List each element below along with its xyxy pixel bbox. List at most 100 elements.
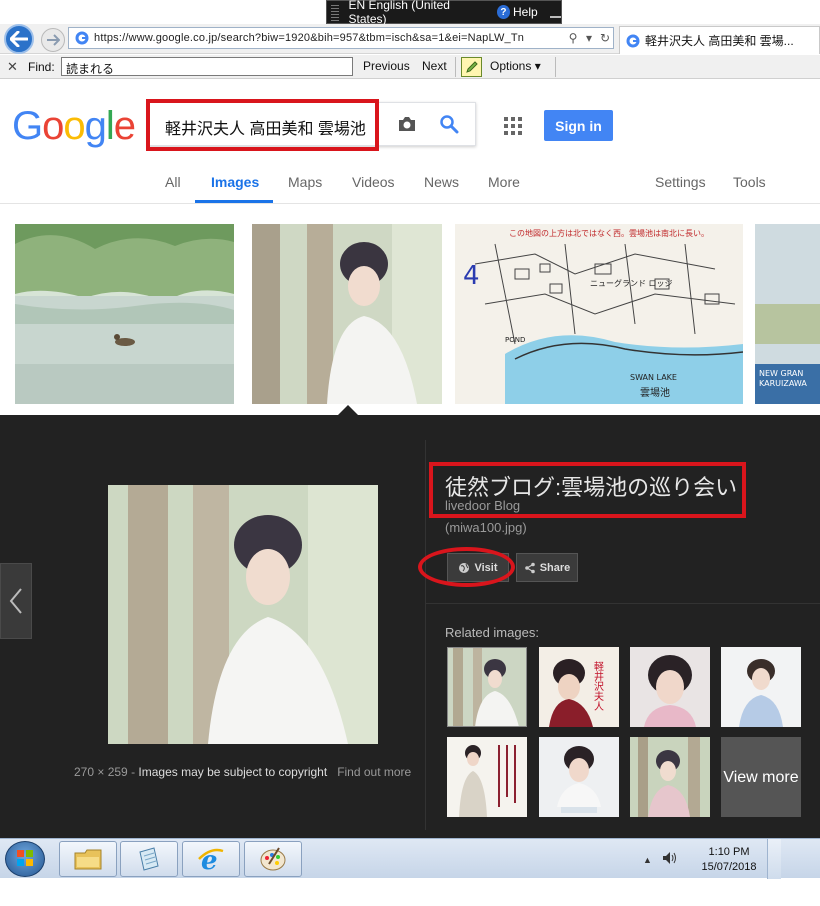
- minimize-icon[interactable]: [549, 6, 561, 18]
- related-image[interactable]: [721, 647, 801, 727]
- thumbnail-map[interactable]: この地図の上方は北ではなく西。雲場池は南北に長い。 4 ニューグランド ロッジ …: [455, 224, 743, 404]
- taskbar: e ▲ 1:10 PM 15/07/2018: [0, 838, 820, 879]
- next-button[interactable]: Next: [422, 59, 447, 73]
- tab-settings[interactable]: Settings: [655, 174, 706, 190]
- map-caption: この地図の上方は北ではなく西。雲場池は南北に長い。: [509, 228, 709, 238]
- logo-letter: l: [105, 104, 115, 148]
- selected-thumbnail-pointer: [337, 405, 359, 416]
- woman-portrait-photo: [252, 224, 442, 404]
- related-image[interactable]: [630, 647, 710, 727]
- map-label-swan: SWAN LAKE: [630, 373, 677, 382]
- preview-filename: (miwa100.jpg): [445, 520, 527, 535]
- internet-explorer-button[interactable]: e: [182, 841, 240, 877]
- thumbnail-portrait[interactable]: [252, 224, 442, 404]
- windows-logo-icon: [17, 850, 33, 866]
- tab-more[interactable]: More: [488, 174, 520, 190]
- language-indicator[interactable]: EN English (United States): [349, 0, 483, 26]
- arrow-left-icon: [10, 31, 28, 47]
- karuizawa-sign-photo: NEW GRAN KARUIZAWA: [755, 224, 820, 404]
- volume-icon[interactable]: [662, 851, 678, 865]
- notepad-button[interactable]: [120, 841, 178, 877]
- thumbnail-sign[interactable]: NEW GRAN KARUIZAWA: [755, 224, 820, 404]
- help-icon[interactable]: ?: [496, 5, 511, 19]
- related-image[interactable]: 軽井沢夫人: [539, 647, 619, 727]
- refresh-icon[interactable]: ↻: [597, 31, 613, 45]
- divider: [426, 603, 820, 604]
- divider: [455, 57, 456, 77]
- paint-palette-icon: [260, 847, 286, 871]
- map-label-pond: 雲場池: [640, 386, 670, 399]
- related-image[interactable]: [539, 737, 619, 817]
- logo-letter: o: [63, 104, 85, 148]
- related-image[interactable]: [447, 737, 527, 817]
- related-image[interactable]: [447, 647, 527, 727]
- annotation-highlight: [146, 99, 379, 151]
- thumbnail-pond[interactable]: [15, 224, 234, 404]
- related-images-label: Related images:: [445, 625, 539, 640]
- back-button[interactable]: [4, 24, 34, 54]
- divider: [555, 57, 556, 77]
- help-label[interactable]: Help: [513, 5, 538, 19]
- apps-grid-icon[interactable]: [504, 117, 522, 135]
- previous-button[interactable]: Previous: [363, 59, 410, 73]
- find-out-more-link[interactable]: Find out more: [337, 765, 411, 779]
- close-icon[interactable]: ✕: [7, 59, 18, 75]
- map-label-lodge: ニューグランド ロッジ: [590, 278, 673, 288]
- google-logo[interactable]: Google: [12, 104, 136, 149]
- share-label: Share: [539, 561, 571, 574]
- view-more-button[interactable]: View more: [721, 737, 801, 817]
- tray-expand-icon[interactable]: ▲: [643, 855, 652, 865]
- map-image: この地図の上方は北ではなく西。雲場池は南北に長い。 4 ニューグランド ロッジ …: [455, 224, 743, 404]
- tab-videos[interactable]: Videos: [352, 174, 395, 190]
- map-digit: 4: [463, 261, 480, 291]
- google-favicon-icon: [626, 34, 640, 47]
- copyright-notice: Images may be subject to copyright: [138, 765, 328, 779]
- start-button[interactable]: [5, 841, 45, 877]
- tab-tools[interactable]: Tools: [733, 174, 766, 190]
- camera-icon[interactable]: [397, 115, 417, 133]
- image-dimensions: 270 × 259: [74, 765, 128, 779]
- address-bar[interactable]: https://www.google.co.jp/search?biw=1920…: [68, 27, 614, 49]
- tab-news[interactable]: News: [424, 174, 459, 190]
- sign-in-button[interactable]: Sign in: [544, 110, 613, 141]
- preview-image[interactable]: [108, 485, 378, 744]
- related-image-text: 軽井沢夫人: [592, 661, 604, 711]
- clock-date: 15/07/2018: [701, 861, 757, 873]
- system-clock[interactable]: 1:10 PM 15/07/2018: [693, 845, 765, 875]
- tab-maps[interactable]: Maps: [288, 174, 322, 190]
- arrow-right-icon: [47, 34, 60, 46]
- options-button[interactable]: Options ▾: [490, 59, 541, 73]
- search-icon[interactable]: [439, 114, 459, 134]
- logo-letter: o: [42, 104, 64, 148]
- language-bar[interactable]: EN English (United States) ? Help: [326, 0, 562, 26]
- find-bar: ✕ Find: 読まれる Previous Next Options ▾: [0, 55, 820, 79]
- browser-toolbar: https://www.google.co.jp/search?biw=1920…: [0, 24, 820, 54]
- sign-text-karuizawa: KARUIZAWA: [759, 379, 807, 388]
- previous-image-button[interactable]: [0, 563, 32, 639]
- url-text[interactable]: https://www.google.co.jp/search?biw=1920…: [94, 32, 565, 44]
- options-label: Options: [490, 59, 532, 73]
- tab-all[interactable]: All: [165, 174, 181, 190]
- search-icon[interactable]: ⚲: [565, 31, 581, 45]
- highlight-pen-icon[interactable]: [461, 57, 482, 77]
- browser-tab[interactable]: 軽井沢夫人 高田美和 雲場...: [619, 26, 820, 54]
- find-label: Find:: [28, 60, 55, 74]
- clock-time: 1:10 PM: [708, 846, 750, 858]
- paint-button[interactable]: [244, 841, 302, 877]
- preview-source[interactable]: livedoor Blog: [445, 498, 520, 513]
- find-input[interactable]: 読まれる: [61, 57, 353, 76]
- chevron-left-icon: [9, 588, 22, 614]
- woman-portrait-photo: [108, 485, 378, 744]
- forward-button[interactable]: [41, 28, 65, 52]
- show-desktop-button[interactable]: [767, 839, 781, 879]
- grip-handle[interactable]: [331, 3, 339, 21]
- tab-images[interactable]: Images: [211, 174, 259, 190]
- dropdown-icon[interactable]: ▾: [581, 31, 597, 45]
- sign-text-new: NEW GRAN: [759, 369, 803, 378]
- google-favicon-icon: [75, 31, 89, 45]
- related-image[interactable]: [630, 737, 710, 817]
- file-explorer-button[interactable]: [59, 841, 117, 877]
- share-button[interactable]: Share: [516, 553, 578, 582]
- tab-title[interactable]: 軽井沢夫人 高田美和 雲場...: [645, 32, 794, 49]
- map-label-pond-en: POND: [505, 336, 525, 344]
